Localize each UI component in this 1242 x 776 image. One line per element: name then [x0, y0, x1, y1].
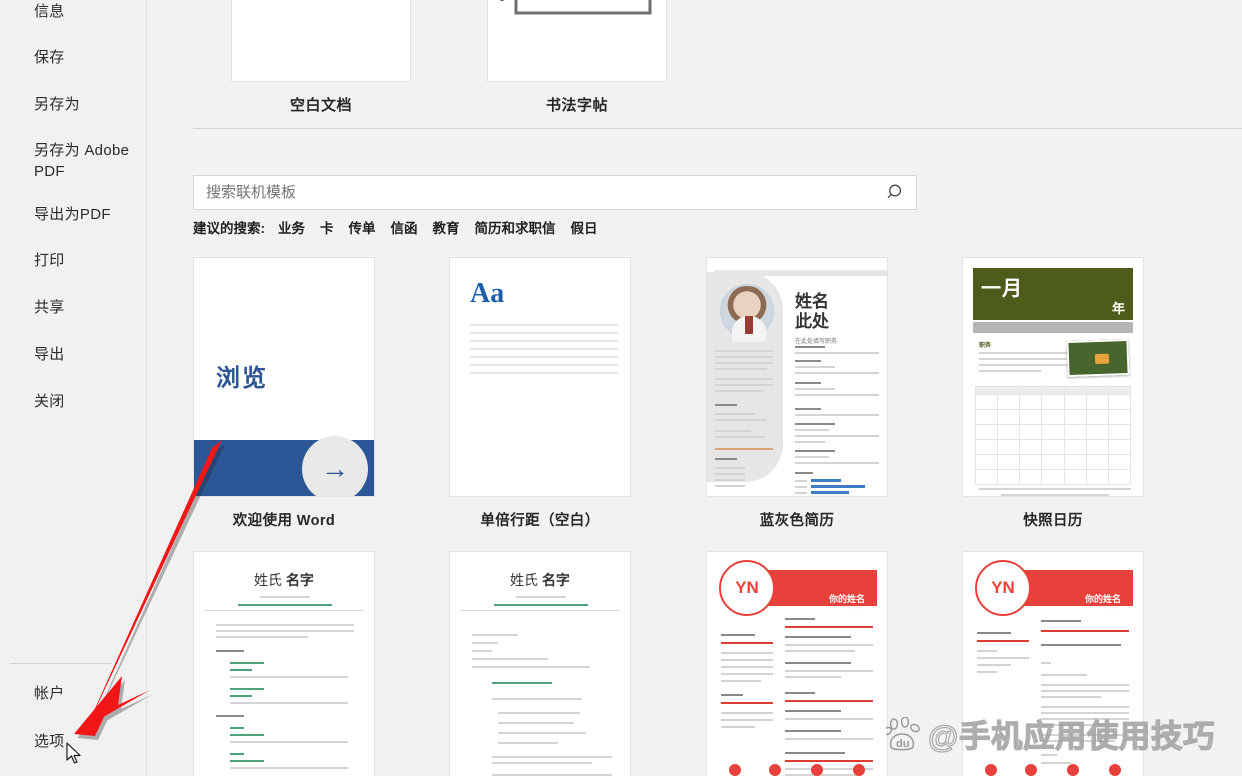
suggested-search-resume[interactable]: 简历和求职信: [475, 217, 556, 237]
surname-text: 姓氏: [510, 572, 539, 588]
aa-sample-text: Aa: [470, 278, 505, 309]
template-red-resume[interactable]: 你的姓名 · · · · · YN: [706, 551, 888, 776]
sidebar-item-export-pdf[interactable]: 导出为PDF: [0, 205, 147, 225]
template-green-resume[interactable]: 姓氏 名字: [193, 551, 375, 776]
resume-subtitle: 在此处填写职务: [795, 339, 838, 345]
surname-text: 姓氏: [254, 572, 283, 588]
calligraphy-thumbnail: [487, 0, 667, 82]
sidebar-item-info[interactable]: 信息: [0, 2, 147, 22]
yn-monogram-logo: YN: [719, 560, 775, 616]
sidebar-item-save[interactable]: 保存: [0, 48, 147, 68]
suggested-search-card[interactable]: 卡: [320, 217, 334, 237]
template-caption: 欢迎使用 Word: [232, 513, 336, 529]
search-box[interactable]: [193, 175, 917, 210]
suggested-search-business[interactable]: 业务: [278, 217, 305, 237]
single-spaced-thumbnail: Aa: [449, 257, 631, 497]
sidebar-item-account[interactable]: 帐户: [0, 684, 147, 704]
right-arrow-icon: →: [321, 453, 349, 484]
calendar-photo: [1066, 338, 1130, 378]
search-input[interactable]: [206, 184, 887, 201]
template-blank-document[interactable]: 空白文档: [231, 0, 411, 115]
red-letter-meta: · · · · ·: [1107, 607, 1121, 613]
blank-document-thumbnail: [231, 0, 411, 82]
given-name-text: 名字: [285, 572, 314, 588]
section-divider: [193, 128, 1242, 129]
calendar-subtitle-band: [973, 322, 1133, 333]
sidebar-item-close[interactable]: 关闭: [0, 392, 147, 412]
red-resume-meta: · · · · ·: [851, 607, 865, 613]
suggested-search-holiday[interactable]: 假日: [571, 217, 598, 237]
suggested-search-flyer[interactable]: 传单: [349, 217, 376, 237]
new-document-pane: 空白文档 书法字帖 搜索联机模板 建议的搜索: 业务 卡 传单 信函 教育 简历…: [148, 0, 1242, 776]
sidebar-item-share[interactable]: 共享: [0, 298, 147, 318]
suggested-searches: 建议的搜索: 业务 卡 传单 信函 教育 简历和求职信 假日: [193, 217, 613, 237]
suggested-searches-label: 建议的搜索:: [193, 221, 265, 236]
sidebar-item-save-as-adobe-pdf[interactable]: 另存为 Adobe PDF: [0, 140, 147, 182]
template-green-cover-letter[interactable]: 姓氏 名字: [449, 551, 631, 776]
template-caption: 蓝灰色简历: [759, 513, 835, 529]
mouse-pointer-icon: [66, 742, 81, 764]
suggested-search-letter[interactable]: 信函: [391, 217, 418, 237]
ruled-lines: [470, 324, 618, 380]
resume-name-line1: 姓名: [795, 292, 829, 311]
backstage-sidebar: 信息 保存 另存为 另存为 Adobe PDF 导出为PDF 打印 共享 导出 …: [0, 0, 147, 776]
calligraphy-brush-icon: [500, 0, 652, 15]
green-cover-letter-thumbnail: 姓氏 名字: [449, 551, 631, 776]
red-cover-letter-thumbnail: 你的姓名 · · · · · YN: [962, 551, 1144, 776]
calendar-note-heading: 职务: [979, 343, 992, 349]
suggested-search-education[interactable]: 教育: [433, 217, 460, 237]
red-letter-name: 你的姓名: [1084, 594, 1121, 604]
sidebar-item-save-as[interactable]: 另存为: [0, 95, 147, 115]
search-icon[interactable]: [887, 183, 906, 202]
browse-text: 浏览: [216, 365, 268, 392]
calendar-month: 一月: [981, 278, 1023, 300]
template-grid-row: 浏览 → 欢迎使用 Word Aa 单倍行距（空白） 姓名 此处 在此处填写职务…: [193, 257, 1242, 551]
template-caption: 快照日历: [1023, 513, 1083, 529]
green-resume-title: 姓氏 名字: [194, 570, 374, 590]
avatar: [720, 284, 774, 342]
sidebar-item-print[interactable]: 打印: [0, 251, 147, 271]
yn-monogram-logo: YN: [975, 560, 1031, 616]
green-resume-thumbnail: 姓氏 名字: [193, 551, 375, 776]
red-resume-thumbnail: 你的姓名 · · · · · YN: [706, 551, 888, 776]
welcome-to-word-thumbnail: 浏览 →: [193, 257, 375, 497]
template-grid: 浏览 → 欢迎使用 Word Aa 单倍行距（空白） 姓名 此处 在此处填写职务…: [193, 257, 1242, 776]
builtin-template-row: 空白文档 书法字帖: [193, 0, 1193, 132]
template-red-cover-letter[interactable]: 你的姓名 · · · · · YN: [962, 551, 1144, 776]
template-blue-grey-resume[interactable]: 姓名 此处 在此处填写职务 蓝灰色简历: [706, 257, 888, 530]
arrow-circle: →: [302, 436, 368, 496]
search-online-templates: [193, 175, 917, 210]
word-backstage-screen: 信息 保存 另存为 另存为 Adobe PDF 导出为PDF 打印 共享 导出 …: [0, 0, 1242, 776]
calendar-header-band: 一月 年: [973, 268, 1133, 320]
sidebar-divider: [10, 663, 112, 664]
calligraphy-label: 书法字帖: [545, 97, 608, 114]
resume-name: 姓名 此处: [795, 292, 829, 332]
template-caption: 单倍行距（空白）: [480, 513, 600, 529]
blue-grey-resume-thumbnail: 姓名 此处 在此处填写职务: [706, 257, 888, 497]
template-single-spaced[interactable]: Aa 单倍行距（空白）: [449, 257, 631, 530]
red-resume-name: 你的姓名: [828, 594, 865, 604]
resume-name-line2: 此处: [795, 312, 829, 331]
template-snapshot-calendar[interactable]: 一月 年 职务 快照日历: [962, 257, 1144, 530]
green-letter-title: 姓氏 名字: [450, 570, 630, 590]
given-name-text: 名字: [541, 572, 570, 588]
sidebar-item-export[interactable]: 导出: [0, 345, 147, 365]
template-calligraphy[interactable]: 书法字帖: [487, 0, 667, 115]
calendar-year: 年: [1111, 301, 1125, 316]
template-welcome-to-word[interactable]: 浏览 → 欢迎使用 Word: [193, 257, 375, 530]
blank-document-label: 空白文档: [289, 97, 352, 114]
calendar-grid: [974, 386, 1132, 485]
template-grid-row: 姓氏 名字 姓氏 名字 你的姓名 · · · · · YN 你的姓名 · · ·…: [193, 551, 1242, 776]
snapshot-calendar-thumbnail: 一月 年 职务: [962, 257, 1144, 497]
